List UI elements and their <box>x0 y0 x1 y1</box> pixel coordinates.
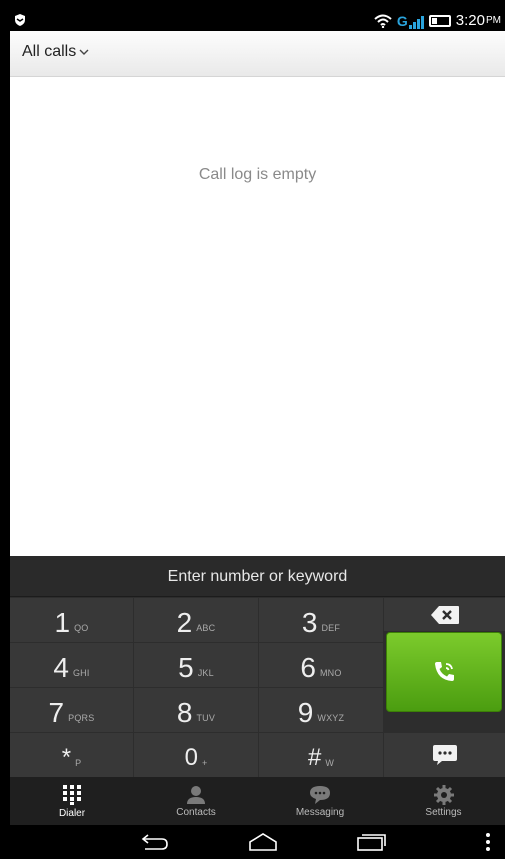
recents-button[interactable] <box>346 829 396 855</box>
status-ampm: PM <box>486 15 501 26</box>
battery-icon <box>428 14 451 27</box>
backspace-button[interactable] <box>384 598 505 631</box>
message-bubble-icon <box>432 745 457 765</box>
keypad: 1 QO 2 ABC 3 DEF 4 GHI 5 JKL 6 MNO 7 PQR… <box>10 598 505 777</box>
tab-settings[interactable]: Settings <box>382 777 505 825</box>
key-1[interactable]: 1 QO <box>10 598 133 642</box>
back-icon <box>141 834 168 850</box>
recents-icon <box>357 834 386 851</box>
notification-shield-icon <box>15 14 25 26</box>
contacts-icon <box>187 785 205 804</box>
key-4[interactable]: 4 GHI <box>10 643 133 687</box>
back-button[interactable] <box>130 829 180 855</box>
key-0[interactable]: 0 + <box>134 733 258 777</box>
tab-contacts[interactable]: Contacts <box>134 777 258 825</box>
dialpad-icon <box>63 784 81 805</box>
empty-call-log-message: Call log is empty <box>198 166 317 183</box>
key-5[interactable]: 5 JKL <box>134 643 258 687</box>
key-hash[interactable]: # W <box>259 733 383 777</box>
key-star[interactable]: * P <box>10 733 133 777</box>
messaging-icon <box>310 785 330 804</box>
overflow-menu-button[interactable] <box>478 829 498 855</box>
dialer-panel: Enter number or keyword 1 QO 2 ABC 3 DEF 4G… <box>10 556 505 777</box>
home-icon <box>249 833 277 851</box>
send-sms-button[interactable] <box>384 733 505 777</box>
key-7[interactable]: 7 PQRS <box>10 688 133 732</box>
chevron-down-icon <box>79 49 89 55</box>
key-8[interactable]: 8 TUV <box>134 688 258 732</box>
backspace-icon <box>430 605 459 624</box>
phone-call-icon <box>435 662 454 681</box>
key-6[interactable]: 6 MNO <box>259 643 383 687</box>
wifi-icon <box>374 14 392 28</box>
key-3[interactable]: 3 DEF <box>259 598 383 642</box>
call-filter-dropdown[interactable]: All calls <box>22 43 89 61</box>
signal-icon: G <box>397 13 424 29</box>
tab-messaging[interactable]: Messaging <box>258 777 382 825</box>
home-button[interactable] <box>238 829 288 855</box>
bottom-tab-bar: Dialer Contacts Messaging Settings <box>10 777 505 825</box>
tab-dialer[interactable]: Dialer <box>10 777 134 825</box>
key-9[interactable]: 9 WXYZ <box>259 688 383 732</box>
status-bar: G 3:20 PM <box>10 10 505 31</box>
system-nav-bar <box>10 825 505 859</box>
number-input[interactable]: Enter number or keyword <box>10 556 505 597</box>
status-time: 3:20 <box>455 12 485 29</box>
settings-icon <box>433 784 454 805</box>
overflow-menu-icon <box>486 833 490 851</box>
phone-screen: G 3:20 PM All calls Call log is empty En… <box>10 10 505 859</box>
call-filter-label: All calls <box>22 43 77 60</box>
call-button[interactable] <box>386 632 502 712</box>
key-2[interactable]: 2 ABC <box>134 598 258 642</box>
call-filter-bar: All calls <box>10 31 505 77</box>
